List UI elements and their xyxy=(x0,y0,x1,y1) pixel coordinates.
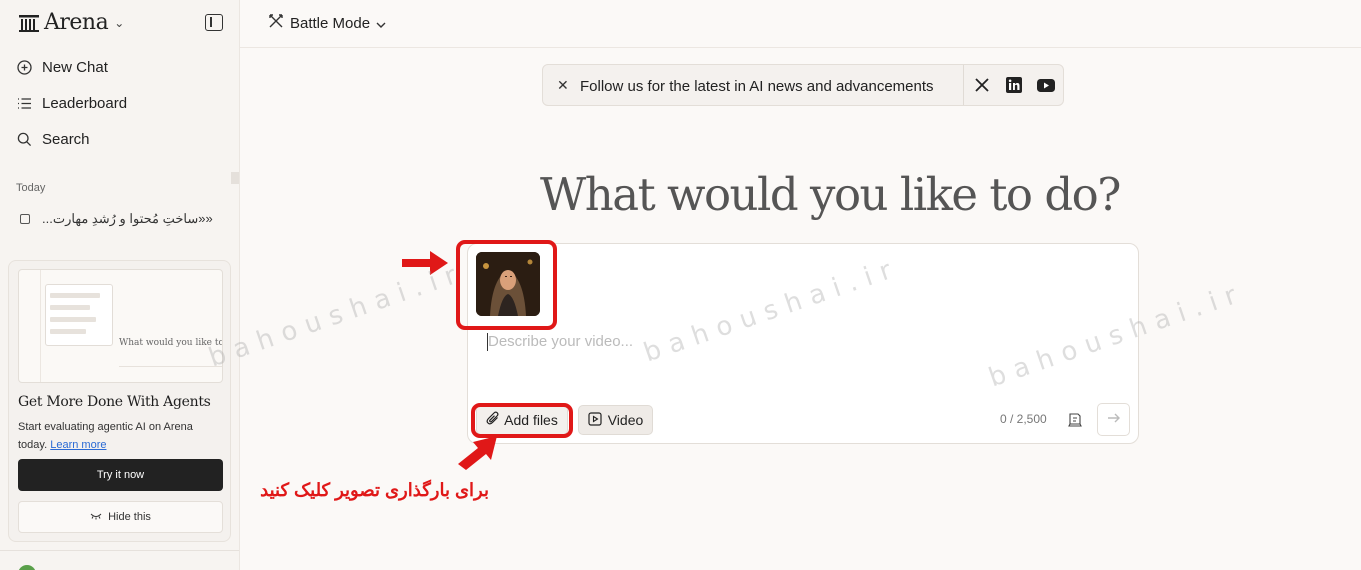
swords-icon xyxy=(268,13,284,33)
collapse-sidebar-button[interactable] xyxy=(205,14,223,31)
nav-label-search: Search xyxy=(42,131,90,148)
agents-promo-card: What would you like to Get More Done Wit… xyxy=(8,260,231,542)
hide-promo-label: Hide this xyxy=(108,511,151,523)
leaderboard-link[interactable]: Leaderboard xyxy=(16,95,127,112)
plus-circle-icon xyxy=(16,60,32,76)
annotation-instruction: برای بارگذاری تصویر کلیک کنید xyxy=(260,480,489,500)
preview-menu xyxy=(45,284,113,346)
hide-promo-button[interactable]: Hide this xyxy=(18,501,223,533)
battle-mode-selector[interactable]: Battle Mode xyxy=(268,13,386,33)
history-item-label: ...ساختِ مُحتوا و رُشدِ مهارت»» xyxy=(42,211,213,226)
youtube-icon[interactable] xyxy=(1037,76,1055,94)
scrollbar-thumb[interactable] xyxy=(231,172,239,184)
promo-description: Start evaluating agentic AI on Arena tod… xyxy=(18,418,223,454)
chat-icon xyxy=(20,214,30,224)
list-icon xyxy=(16,96,32,112)
history-section-label: Today xyxy=(16,182,46,194)
history-item[interactable]: ...ساختِ مُحتوا و رُشدِ مهارت»» xyxy=(20,211,213,227)
page-headline: What would you like to do? xyxy=(540,168,1121,221)
social-follow-banner: ✕ Follow us for the latest in AI news an… xyxy=(542,64,1064,106)
user-avatar[interactable] xyxy=(18,565,36,570)
search-icon xyxy=(16,132,32,148)
prompt-input[interactable]: Describe your video... xyxy=(488,333,633,350)
new-chat-button[interactable]: New Chat xyxy=(16,59,108,76)
promo-preview-image: What would you like to xyxy=(18,269,223,383)
video-mode-button[interactable]: Video xyxy=(578,405,653,435)
character-counter: 0 / 2,500 xyxy=(1000,412,1047,426)
preview-composer xyxy=(119,366,222,372)
x-icon[interactable] xyxy=(973,76,991,94)
chevron-down-icon xyxy=(376,15,386,32)
brand-switcher[interactable]: Arena ⌄ xyxy=(18,10,124,35)
battle-mode-label: Battle Mode xyxy=(290,14,371,32)
annotation-arrow-icon xyxy=(458,436,497,470)
top-bar: Battle Mode xyxy=(240,0,1361,48)
learn-more-link[interactable]: Learn more xyxy=(50,439,106,451)
try-it-now-button[interactable]: Try it now xyxy=(18,459,223,491)
send-button[interactable] xyxy=(1097,403,1130,436)
nav-label-new-chat: New Chat xyxy=(42,59,108,76)
brand-name: Arena xyxy=(44,10,109,35)
preview-sidebar xyxy=(19,270,41,382)
watermark: bahoushai.ir xyxy=(205,257,469,374)
banner-message: Follow us for the latest in AI news and … xyxy=(580,78,934,95)
banner-divider xyxy=(963,65,964,105)
highlight-box-image xyxy=(456,240,557,330)
search-link[interactable]: Search xyxy=(16,131,90,148)
video-icon xyxy=(588,411,602,429)
arena-logo-icon xyxy=(19,14,39,32)
video-label: Video xyxy=(607,412,644,428)
arrow-right-icon xyxy=(1107,411,1121,429)
highlight-box-add-files xyxy=(471,403,573,438)
eye-closed-icon xyxy=(90,511,102,523)
promo-title: Get More Done With Agents xyxy=(18,394,211,410)
nav-label-leaderboard: Leaderboard xyxy=(42,95,128,112)
chevron-down-icon: ⌄ xyxy=(114,15,125,30)
sidebar: Arena ⌄ New Chat Leaderboard Search Toda… xyxy=(0,0,240,570)
linkedin-icon[interactable] xyxy=(1005,76,1023,94)
close-icon[interactable]: ✕ xyxy=(557,77,569,94)
sidebar-divider xyxy=(0,550,239,551)
prompt-library-icon[interactable] xyxy=(1067,412,1083,428)
